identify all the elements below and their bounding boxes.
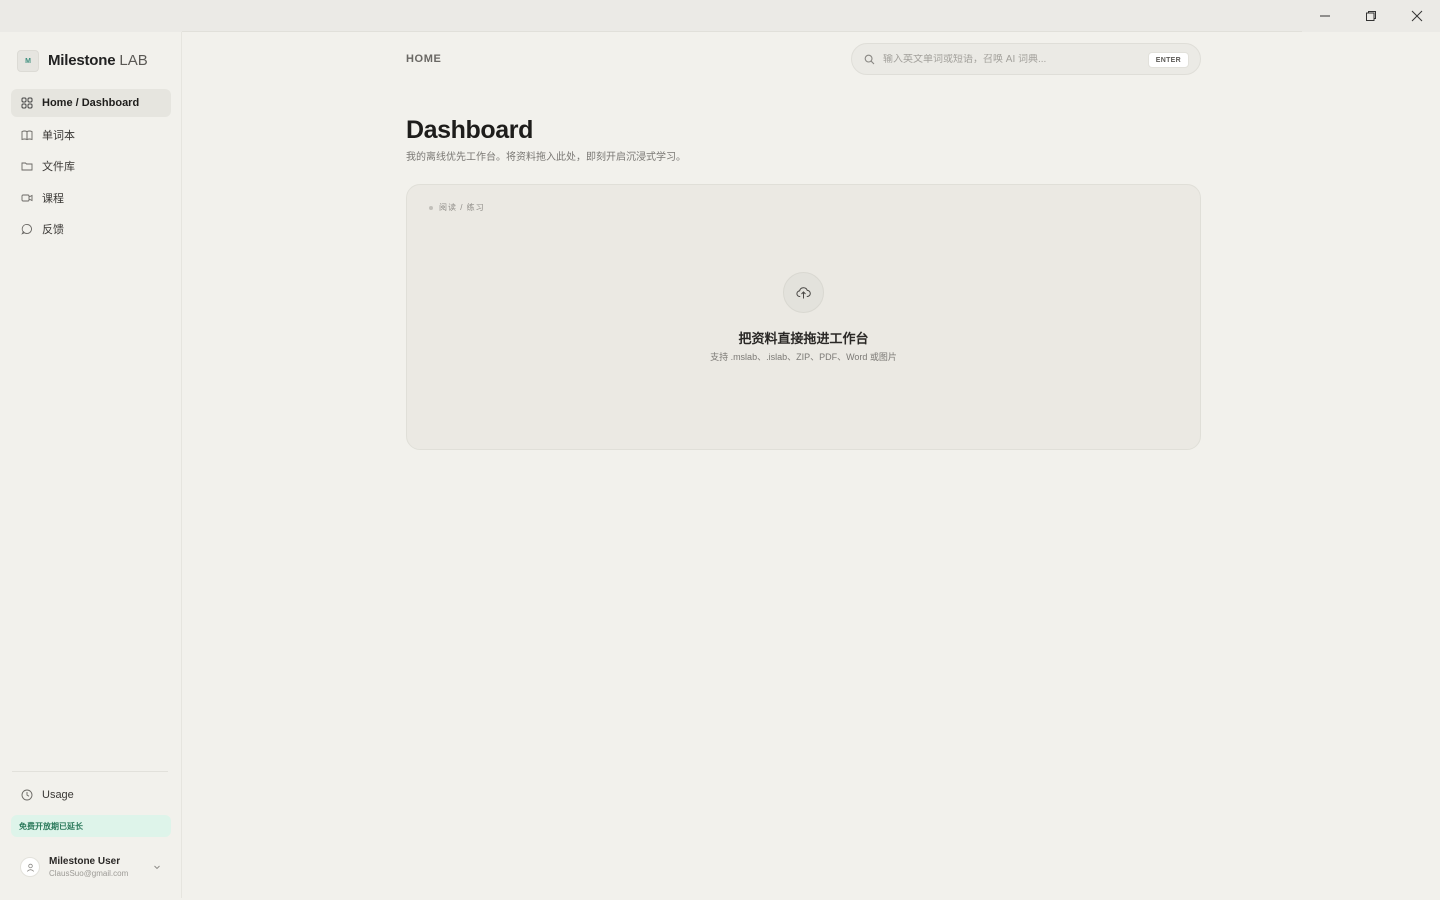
minimize-button[interactable] (1302, 0, 1348, 32)
sidebar-item-dashboard[interactable]: Home / Dashboard (11, 89, 171, 117)
sidebar-nav: Home / Dashboard 单词本 文件库 课程 反馈 (11, 89, 171, 247)
minimize-icon (1320, 15, 1330, 17)
brand-logo-text: M (25, 57, 31, 65)
folder-icon (21, 162, 33, 171)
breadcrumb: HOME (406, 53, 442, 65)
usage-label: Usage (42, 789, 74, 801)
maximize-button[interactable] (1348, 0, 1394, 32)
grid-icon (21, 97, 33, 109)
dropzone-subtitle: 支持 .mslab、.islab、ZIP、PDF、Word 或图片 (710, 352, 897, 362)
sidebar-item-label: 文件库 (42, 161, 75, 173)
promo-banner[interactable]: 免费开放期已延长 (11, 815, 171, 837)
user-icon (26, 863, 34, 872)
sidebar-item-library[interactable]: 文件库 (11, 152, 171, 180)
mode-dot-icon (429, 205, 433, 210)
sidebar-item-feedback[interactable]: 反馈 (11, 215, 171, 243)
cloud-upload-icon (796, 287, 811, 299)
brand[interactable]: M Milestone LAB (17, 50, 148, 72)
sidebar-divider (12, 771, 168, 772)
chat-icon (21, 224, 32, 235)
user-name: Milestone User (49, 856, 121, 867)
restore-icon (1366, 11, 1376, 21)
chevron-down-icon (154, 865, 160, 870)
clock-icon (21, 789, 33, 801)
mode-tag: 阅读 / 练习 (429, 202, 485, 213)
user-email: ClausSuo@gmail.com (49, 869, 129, 878)
usage-button[interactable]: Usage (11, 782, 171, 808)
close-icon (1411, 10, 1423, 22)
page-title: Dashboard (406, 116, 533, 144)
close-button[interactable] (1394, 0, 1440, 32)
dropzone-title: 把资料直接拖进工作台 (738, 331, 869, 346)
title-bar-divider (182, 31, 1302, 32)
user-menu[interactable]: Milestone User ClausSuo@gmail.com (11, 850, 171, 884)
mode-tag-label: 阅读 / 练习 (439, 203, 485, 212)
video-icon (21, 194, 33, 201)
sidebar-item-wordbook[interactable]: 单词本 (11, 121, 171, 149)
avatar (20, 857, 40, 877)
brand-suffix: LAB (119, 52, 148, 69)
brand-logo-icon: M (17, 50, 39, 72)
search-input[interactable] (883, 53, 1133, 65)
sidebar-item-label: 课程 (42, 192, 64, 205)
search-bar[interactable]: ENTER (851, 43, 1201, 75)
sidebar-item-label: 反馈 (42, 224, 64, 236)
title-bar (0, 0, 1440, 32)
book-icon (21, 130, 33, 140)
sidebar-item-courses[interactable]: 课程 (11, 184, 171, 212)
enter-key-badge[interactable]: ENTER (1147, 52, 1189, 68)
file-dropzone[interactable]: 阅读 / 练习 把资料直接拖进工作台 支持 .mslab、.islab、ZIP、… (406, 184, 1201, 450)
sidebar: M MilestoneLAB Home / Dashboard 单词本 文件库 (0, 32, 182, 898)
search-icon (864, 54, 875, 64)
upload-button[interactable] (783, 272, 824, 313)
sidebar-item-label: Home / Dashboard (42, 97, 140, 109)
page-subtitle: 我的离线优先工作台。将资料拖入此处，即刻开启沉浸式学习。 (406, 152, 686, 163)
sidebar-item-label: 单词本 (42, 129, 75, 142)
brand-name: Milestone (48, 52, 116, 69)
